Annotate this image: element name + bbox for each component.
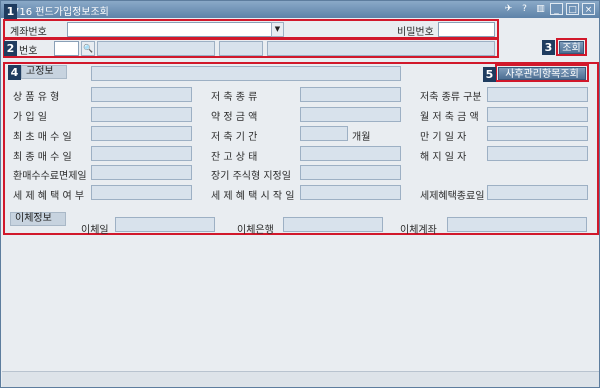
search-button[interactable]: 🔍: [81, 41, 95, 56]
termination-date-field: [487, 146, 588, 161]
saving-period-field: [300, 126, 348, 141]
maturity-date-field: [487, 126, 588, 141]
contract-amount-field: [300, 107, 401, 122]
saving-kind-class-label: 저축 종류 구분: [420, 92, 482, 103]
monthly-saving-label: 월 저 축 금 액: [420, 112, 479, 123]
transfer-bank-label: 이체은행: [237, 225, 274, 236]
redemption-fee-waiver-field: [91, 165, 192, 180]
password-label: 비밀번호: [397, 27, 434, 38]
long-term-equity-date-field: [300, 165, 401, 180]
tax-benefit-flag-label: 세 제 혜 택 여 부: [13, 191, 85, 202]
close-icon[interactable]: ×: [582, 3, 595, 15]
badge-5: 5: [483, 67, 496, 82]
fund-info-window: 716 펀드가입정보조회 ✈ ? ▥ _ □ × 1 계좌번호 ▼ 비밀번호 2…: [0, 0, 600, 388]
badge-1: 1: [4, 4, 17, 19]
help-icon[interactable]: ?: [518, 3, 531, 15]
badge-4: 4: [8, 65, 21, 80]
join-date-field: [91, 107, 192, 122]
saving-kind-class-field: [487, 87, 588, 102]
saving-type-label: 저 축 종 류: [211, 92, 258, 103]
window-title: 716 펀드가입정보조회: [13, 7, 109, 18]
termination-date-label: 해 지 일 자: [420, 152, 467, 163]
contract-amount-label: 약 정 금 액: [211, 112, 258, 123]
id-name-field: [97, 41, 215, 56]
title-bar: 716 펀드가입정보조회 ✈ ? ▥ _ □ ×: [1, 1, 599, 18]
pin-icon[interactable]: ✈: [502, 3, 515, 15]
first-buy-date-field: [91, 126, 192, 141]
id-input[interactable]: [54, 41, 79, 56]
tax-benefit-start-label: 세 제 혜 택 시 작 일: [211, 191, 295, 202]
balance-summary-field: [91, 66, 401, 81]
maturity-date-label: 만 기 일 자: [420, 132, 467, 143]
tab-balance-info[interactable]: 고정보: [21, 65, 67, 79]
badge-3: 3: [542, 40, 555, 55]
last-buy-date-field: [91, 146, 192, 161]
tax-benefit-end-label: 세제혜택종료일: [420, 191, 485, 202]
saving-period-unit: 개월: [352, 132, 371, 143]
titlebar-controls: ✈ ? ▥ _ □ ×: [502, 3, 595, 15]
last-buy-date-label: 최 종 매 수 일: [13, 152, 72, 163]
menu-icon[interactable]: ▥: [534, 3, 547, 15]
product-type-field: [91, 87, 192, 102]
first-buy-date-label: 최 초 매 수 일: [13, 132, 72, 143]
tax-benefit-start-field: [300, 185, 401, 200]
product-type-label: 상 품 유 형: [13, 92, 60, 103]
account-label: 계좌번호: [10, 27, 47, 38]
tab-transfer-info[interactable]: 이체정보: [10, 212, 66, 226]
tax-benefit-end-field: [487, 185, 588, 200]
transfer-account-label: 이체계좌: [400, 225, 437, 236]
tax-benefit-flag-field: [91, 185, 192, 200]
after-service-query-button[interactable]: 사후관리항목조회: [498, 67, 586, 80]
balance-status-label: 잔 고 상 태: [211, 152, 258, 163]
transfer-date-field: [115, 217, 215, 232]
transfer-date-label: 이체일: [81, 225, 109, 236]
join-date-label: 가 입 일: [13, 112, 47, 123]
id-extra-field-1: [219, 41, 263, 56]
redemption-fee-waiver-label: 환매수수료면제일: [13, 171, 87, 182]
saving-period-label: 저 축 기 간: [211, 132, 258, 143]
monthly-saving-field: [487, 107, 588, 122]
maximize-icon[interactable]: □: [566, 3, 579, 15]
account-dropdown-button[interactable]: ▼: [271, 22, 284, 37]
id-extra-field-2: [267, 41, 495, 56]
id-label: 번호: [19, 46, 38, 57]
status-bar: [2, 371, 599, 387]
balance-status-field: [300, 146, 401, 161]
saving-type-field: [300, 87, 401, 102]
minimize-icon[interactable]: _: [550, 3, 563, 15]
account-select[interactable]: [67, 22, 284, 37]
long-term-equity-date-label: 장기 주식형 지정일: [211, 171, 291, 182]
transfer-account-field: [447, 217, 587, 232]
password-input[interactable]: [438, 22, 495, 37]
transfer-bank-field: [283, 217, 383, 232]
query-button[interactable]: 조회: [559, 41, 584, 54]
badge-2: 2: [4, 41, 17, 56]
